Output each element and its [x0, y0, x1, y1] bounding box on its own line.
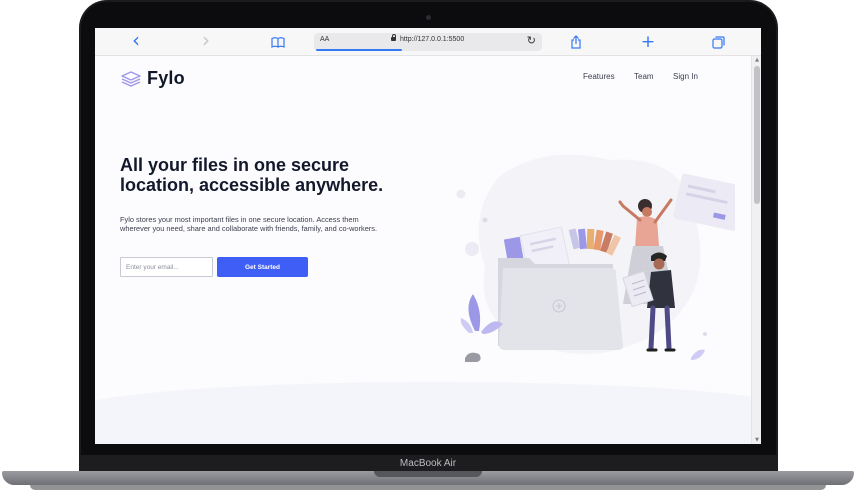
fylo-logo[interactable]: Fylo [121, 68, 185, 89]
bottom-wave-background [95, 382, 761, 444]
load-progress-bar [316, 49, 402, 51]
rock [465, 352, 481, 362]
nav-team[interactable]: Team [634, 72, 654, 81]
hero-illustration [456, 154, 735, 362]
model-label: MacBook Air [399, 458, 457, 469]
reader-text-size-button[interactable]: AA [320, 36, 329, 43]
hero-title: All your files in one secure location, a… [120, 155, 384, 195]
page-scrollbar[interactable]: ▲ ▼ [751, 56, 761, 444]
lock-icon [391, 34, 396, 41]
scroll-up-icon[interactable]: ▲ [753, 57, 761, 63]
reload-icon[interactable]: ↻ [527, 34, 536, 47]
logo-text: Fylo [147, 68, 185, 88]
email-input[interactable] [120, 257, 213, 277]
laptop-notch [374, 471, 482, 477]
back-icon[interactable]: ‹ [127, 30, 145, 50]
small-leaf [691, 349, 705, 360]
nav-features[interactable]: Features [583, 72, 615, 81]
laptop-shadow [30, 485, 826, 490]
decor-dot [703, 332, 707, 336]
address-bar[interactable]: AA http://127.0.0.1:5500 ↻ [314, 33, 542, 51]
bookmarks-icon[interactable] [269, 33, 287, 51]
scroll-thumb[interactable] [754, 66, 760, 204]
screen: ‹ › AA http://127.0.0.1:5500 ↻ + Fylo Fe… [95, 28, 761, 444]
new-tab-icon[interactable]: + [639, 33, 657, 51]
decor-dot [456, 189, 466, 199]
layers-logo-icon [121, 70, 141, 87]
url-text[interactable]: http://127.0.0.1:5500 [400, 36, 464, 43]
scroll-down-icon[interactable]: ▼ [753, 437, 761, 443]
webcam [426, 15, 431, 20]
decor-dot [482, 217, 488, 223]
folder-front [499, 268, 623, 350]
webpage: Fylo Features Team Sign In All your file… [95, 56, 761, 444]
browser-toolbar: ‹ › AA http://127.0.0.1:5500 ↻ + [95, 28, 761, 56]
tabs-icon[interactable] [709, 33, 727, 51]
get-started-button[interactable]: Get Started [217, 257, 308, 277]
hero-description: Fylo stores your most important files in… [120, 215, 378, 234]
nav-sign-in[interactable]: Sign In [673, 72, 698, 81]
decor-dot [465, 242, 479, 256]
share-icon[interactable] [567, 33, 585, 51]
forward-icon[interactable]: › [197, 30, 215, 50]
